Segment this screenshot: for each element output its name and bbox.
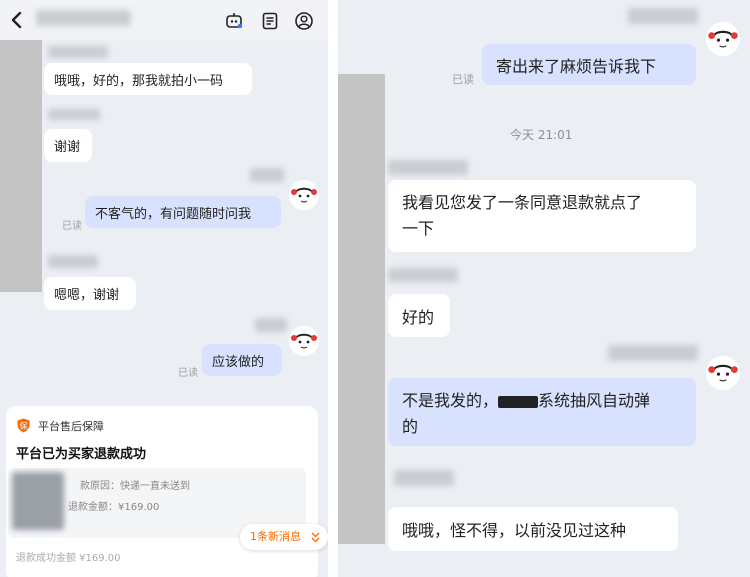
message-bubble: 嗯嗯，谢谢 [44, 277, 136, 310]
read-receipt: 已读 [178, 368, 198, 379]
message-text: 我看见您发了一条同意退款就点了 [402, 193, 643, 212]
message-text: 哦哦，好的，那我就拍小一码 [54, 74, 224, 89]
message-bubble: 好的 [388, 294, 450, 337]
shield-badge-text: 保 [20, 421, 28, 431]
message-text: 应该做的 [212, 355, 265, 370]
sender-name-redacted [255, 318, 287, 332]
message-text: 哦哦，怪不得，以前没见过这种 [402, 521, 627, 540]
message-bubble: 我看见您发了一条同意退款就点了 一下 [388, 180, 696, 252]
message-text: 一下 [402, 219, 435, 238]
profile-icon[interactable] [294, 11, 314, 31]
sender-name-redacted [628, 8, 698, 24]
left-chat-screenshot: 哦哦，好的，那我就拍小一码 谢谢 已读 不客气的，有问题随时问我 嗯嗯，谢谢 已… [0, 0, 328, 577]
refund-reason: 款原因：快递一直未送到 [80, 481, 190, 492]
sender-name-redacted [250, 168, 284, 182]
timestamp: 今天 21:01 [510, 128, 573, 142]
card-title: 平台已为买家退款成功 [16, 447, 147, 462]
message-bubble-mine: 不客气的，有问题随时问我 [85, 196, 281, 228]
sender-name-redacted [48, 255, 98, 268]
avatar [706, 22, 740, 56]
sender-name-redacted [394, 470, 454, 486]
back-arrow-icon[interactable] [8, 10, 26, 30]
robot-icon[interactable] [224, 11, 244, 31]
product-image-redacted [12, 472, 64, 530]
top-bar [0, 0, 328, 40]
read-receipt: 已读 [62, 221, 82, 232]
avatar [289, 326, 319, 356]
message-text: 好的 [402, 308, 435, 327]
sender-name-redacted [48, 109, 100, 120]
redaction-bar [0, 40, 42, 292]
message-text: 嗯嗯，谢谢 [54, 288, 120, 303]
right-chat-screenshot: 已读 寄出来了麻烦告诉我下 今天 21:01 我看见您发了一条同意退款就点了 一… [338, 0, 750, 577]
refund-total: 退款成功金额 ¥169.00 [16, 553, 121, 564]
message-bubble: 谢谢 [44, 129, 92, 162]
chevron-down-icon [311, 524, 320, 560]
avatar [706, 356, 740, 390]
message-bubble-mine: 寄出来了麻烦告诉我下 [482, 44, 696, 85]
contact-name-redacted [36, 10, 131, 26]
message-text: 系统抽风自动弹 [538, 391, 651, 410]
read-receipt: 已读 [452, 73, 474, 86]
shield-icon: 保 [16, 418, 31, 433]
redaction-bar [338, 74, 385, 544]
sender-name-redacted [388, 268, 458, 282]
sender-name-redacted [388, 160, 468, 175]
message-text: 谢谢 [54, 140, 81, 155]
message-text: 寄出来了麻烦告诉我下 [496, 57, 657, 76]
sender-name-redacted [608, 345, 698, 361]
message-text: 不是我发的， [402, 391, 499, 410]
new-messages-button[interactable]: 1条新消息 [240, 524, 328, 550]
scribble-redaction [498, 395, 539, 408]
refund-amount: 退款金额：¥169.00 [68, 502, 160, 513]
avatar [289, 180, 319, 210]
message-bubble: 哦哦，怪不得，以前没见过这种 [388, 507, 678, 551]
message-text: 不客气的，有问题随时问我 [95, 207, 252, 222]
message-bubble-mine: 应该做的 [202, 344, 282, 376]
message-bubble-mine: 不是我发的， 系统抽风自动弹 的 [388, 378, 696, 446]
card-header: 平台售后保障 [38, 420, 104, 433]
message-text: 的 [402, 417, 419, 436]
new-messages-label: 1条新消息 [250, 530, 301, 543]
message-bubble: 哦哦，好的，那我就拍小一码 [44, 63, 252, 95]
after-sales-card[interactable]: 保 平台售后保障 平台已为买家退款成功 款原因：快递一直未送到 退款金额：¥16… [6, 406, 328, 577]
note-icon[interactable] [260, 11, 280, 31]
sender-name-redacted [48, 46, 108, 58]
